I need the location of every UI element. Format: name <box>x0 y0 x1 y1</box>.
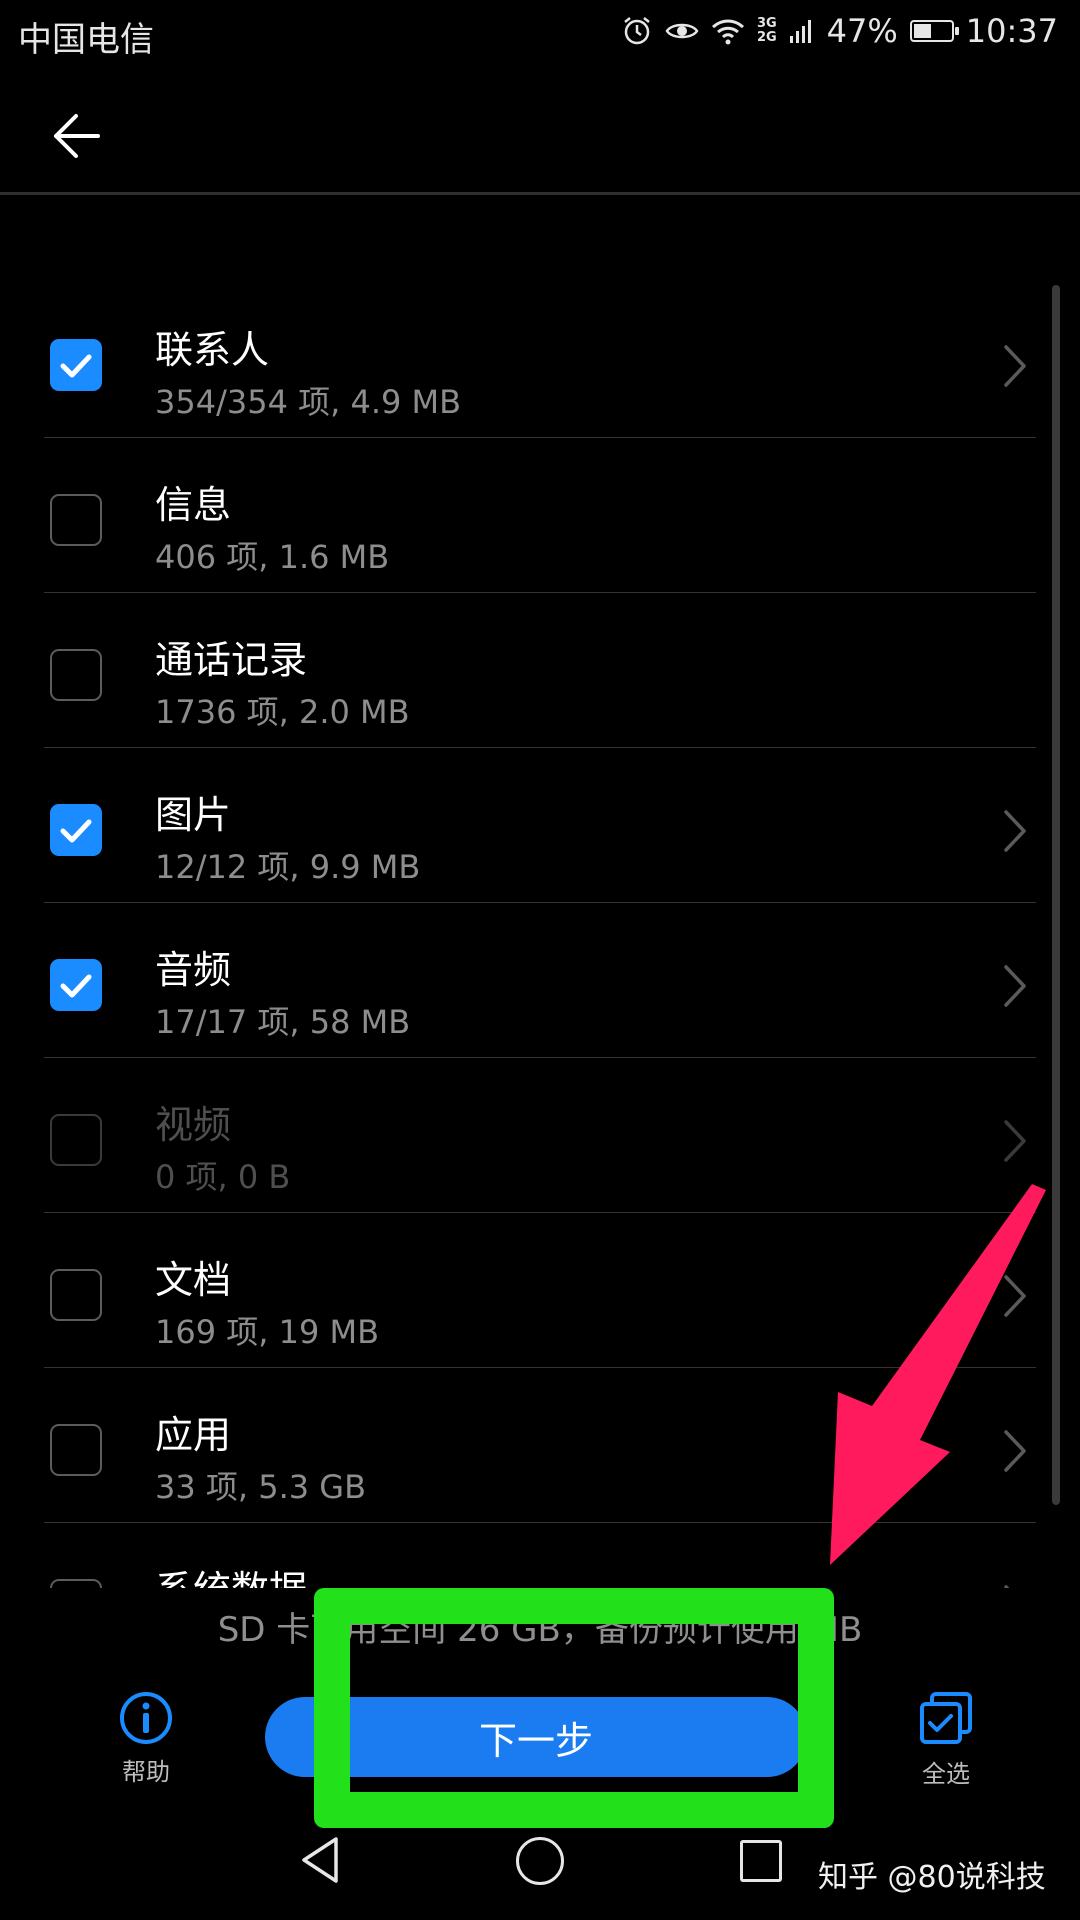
item-title: 应用 <box>155 1413 232 1457</box>
status-icons: 3G 2G 47% 10:37 <box>621 12 1058 50</box>
list-item[interactable]: 图片 12/12 项, 9.9 MB <box>0 748 1080 903</box>
item-title: 联系人 <box>155 328 270 372</box>
item-subtitle: 0 项, 0 B <box>155 1158 291 1196</box>
help-button[interactable]: 帮助 <box>100 1690 192 1787</box>
checkbox[interactable] <box>50 649 102 701</box>
select-all-label: 全选 <box>922 1760 970 1788</box>
network-type: 3G 2G <box>756 16 777 45</box>
battery-percent: 47% <box>826 12 898 50</box>
signal-icon <box>789 18 815 44</box>
item-title: 信息 <box>155 483 232 527</box>
carrier-name: 中国电信 <box>18 20 154 60</box>
item-subtitle: 1736 项, 2.0 MB <box>155 693 410 731</box>
checkbox[interactable] <box>50 1114 102 1166</box>
help-label: 帮助 <box>122 1758 170 1786</box>
nav-recent-icon[interactable] <box>740 1840 782 1882</box>
select-all-button[interactable]: 全选 <box>900 1690 992 1789</box>
item-title: 文档 <box>155 1258 232 1302</box>
item-subtitle: 406 项, 1.6 MB <box>155 538 390 576</box>
item-title: 音频 <box>155 948 232 992</box>
item-subtitle: 354/354 项, 4.9 MB <box>155 383 462 421</box>
eye-icon <box>665 18 699 44</box>
checkbox[interactable] <box>50 1269 102 1321</box>
select-all-icon <box>920 1692 972 1744</box>
list-item[interactable]: 联系人 354/354 项, 4.9 MB <box>0 283 1080 438</box>
item-subtitle: 169 项, 19 MB <box>155 1313 380 1351</box>
checkbox-checked[interactable] <box>50 959 102 1011</box>
battery-icon <box>909 20 959 42</box>
checkbox[interactable] <box>50 1424 102 1476</box>
item-title: 通话记录 <box>155 638 308 682</box>
check-icon <box>60 354 92 378</box>
watermark: 知乎 @80说科技 <box>818 1860 1046 1895</box>
chevron-right-icon[interactable] <box>1000 1581 1030 1588</box>
checkbox-checked[interactable] <box>50 339 102 391</box>
battery-level <box>913 24 931 38</box>
appbar-divider <box>0 192 1080 195</box>
list-item[interactable]: 信息 406 项, 1.6 MB <box>0 438 1080 593</box>
item-subtitle: 17/17 项, 58 MB <box>155 1003 411 1041</box>
info-icon <box>120 1692 172 1744</box>
clock: 10:37 <box>965 12 1058 50</box>
chevron-right-icon[interactable] <box>1000 806 1030 856</box>
chevron-right-icon[interactable] <box>1000 1116 1030 1166</box>
pointer-arrow-icon <box>830 1184 1046 1565</box>
item-subtitle: 33 项, 5.3 GB <box>155 1468 367 1506</box>
chevron-right-icon[interactable] <box>1000 961 1030 1011</box>
checkbox[interactable] <box>50 494 102 546</box>
list-item[interactable]: 通话记录 1736 项, 2.0 MB <box>0 593 1080 748</box>
alarm-icon <box>621 15 653 47</box>
wifi-icon <box>711 17 745 45</box>
item-subtitle: 12/12 项, 9.9 MB <box>155 848 421 886</box>
check-icon <box>60 974 92 998</box>
back-arrow-icon <box>54 114 100 158</box>
chevron-right-icon[interactable] <box>1000 341 1030 391</box>
item-title: 图片 <box>155 793 232 837</box>
checkbox-checked[interactable] <box>50 804 102 856</box>
check-icon <box>60 819 92 843</box>
item-title: 系统数据 <box>155 1559 307 1588</box>
checkbox[interactable] <box>50 1579 102 1588</box>
nav-home-icon[interactable] <box>516 1837 564 1885</box>
status-bar: 中国电信 3G 2G 47% 10:37 <box>0 0 1080 68</box>
item-title: 视频 <box>155 1103 232 1147</box>
nav-back-icon[interactable] <box>298 1835 342 1885</box>
highlight-box <box>314 1588 834 1828</box>
back-button[interactable] <box>40 100 112 172</box>
list-item[interactable]: 音频 17/17 项, 58 MB <box>0 903 1080 1058</box>
